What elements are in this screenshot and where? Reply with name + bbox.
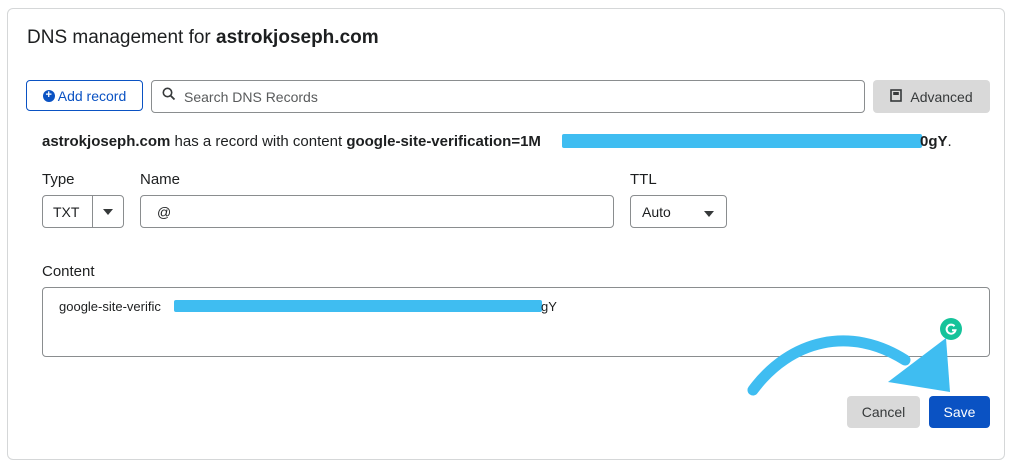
cancel-button[interactable]: Cancel [847,396,920,428]
save-button[interactable]: Save [929,396,990,428]
curved-arrow-icon [747,335,950,396]
